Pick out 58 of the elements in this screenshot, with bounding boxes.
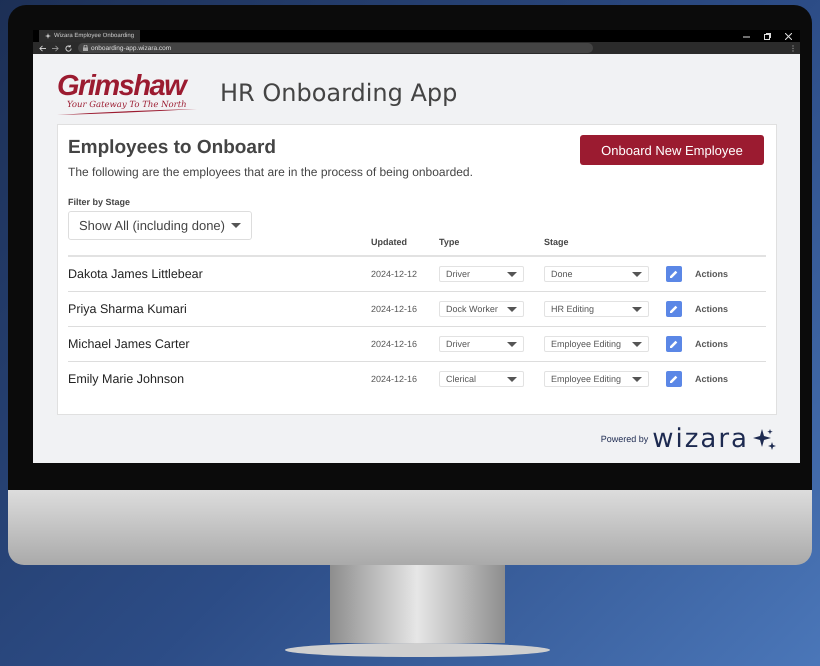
- employee-name: Dakota James Littlebear: [68, 267, 204, 281]
- type-dropdown[interactable]: Clerical: [439, 371, 524, 387]
- column-header: Type: [439, 237, 460, 249]
- actions-link[interactable]: Actions: [695, 269, 766, 279]
- sparkle-icon: [753, 427, 777, 451]
- stage-dropdown[interactable]: Done: [544, 266, 649, 282]
- employee-name: Priya Sharma Kumari: [68, 302, 188, 316]
- type-dropdown[interactable]: Dock Worker: [439, 301, 524, 317]
- caret-icon: [507, 342, 517, 346]
- forward-arrow-icon[interactable]: [52, 44, 59, 52]
- edit-button[interactable]: [666, 371, 682, 387]
- updated-date: 2024-12-16: [371, 339, 418, 349]
- logo-tagline: Your Gateway To The North: [67, 100, 188, 110]
- stage-dropdown[interactable]: Employee Editing: [544, 371, 649, 387]
- updated-date: 2024-12-12: [371, 269, 418, 279]
- edit-button[interactable]: [666, 266, 682, 282]
- back-arrow-icon[interactable]: [39, 44, 46, 52]
- reload-icon[interactable]: [65, 44, 72, 52]
- updated-date: 2024-12-16: [371, 304, 418, 314]
- filter-label: Filter by Stage: [68, 197, 132, 207]
- actions-link[interactable]: Actions: [695, 374, 766, 384]
- type-dropdown[interactable]: Driver: [439, 336, 524, 352]
- caret-icon: [632, 342, 642, 346]
- sparkle-icon: [45, 33, 51, 39]
- logo-wordmark: Grimshaw: [57, 72, 188, 100]
- brand-wordmark: wizara: [652, 426, 749, 452]
- caret-icon: [507, 376, 517, 382]
- app-title: HR Onboarding App: [220, 79, 458, 107]
- caret-icon: [632, 306, 642, 312]
- column-header: Stage: [544, 237, 570, 249]
- caret-icon: [507, 306, 517, 312]
- restore-icon[interactable]: [764, 32, 771, 40]
- edit-button[interactable]: [666, 301, 682, 317]
- caret-icon: [231, 223, 241, 228]
- caret-icon: [632, 376, 642, 382]
- stage-dropdown[interactable]: HR Editing: [544, 301, 649, 317]
- actions-link[interactable]: Actions: [695, 304, 766, 314]
- caret-icon: [507, 272, 517, 276]
- pencil-icon: [670, 305, 678, 313]
- edit-button[interactable]: [666, 336, 682, 352]
- lock-icon: [83, 45, 88, 51]
- type-dropdown[interactable]: Driver: [439, 266, 524, 282]
- employee-name: Emily Marie Johnson: [68, 372, 186, 386]
- card-heading: Employees to Onboard: [68, 137, 277, 159]
- updated-date: 2024-12-16: [371, 374, 418, 384]
- column-header: Updated: [371, 237, 408, 249]
- caret-icon: [632, 272, 642, 276]
- close-icon[interactable]: [785, 32, 792, 40]
- stage-filter-dropdown[interactable]: Show All (including done): [68, 211, 252, 240]
- employee-name: Michael James Carter: [68, 337, 191, 351]
- pencil-icon: [670, 340, 678, 348]
- card-description: The following are the employees that are in the process of being onboarded.: [68, 165, 473, 179]
- stage-dropdown[interactable]: Employee Editing: [544, 336, 649, 352]
- onboard-new-employee-button[interactable]: Onboard New Employee: [580, 135, 764, 165]
- actions-link[interactable]: Actions: [695, 339, 766, 349]
- pencil-icon: [670, 270, 678, 278]
- pencil-icon: [670, 375, 678, 383]
- powered-by-label: Powered by: [600, 434, 648, 444]
